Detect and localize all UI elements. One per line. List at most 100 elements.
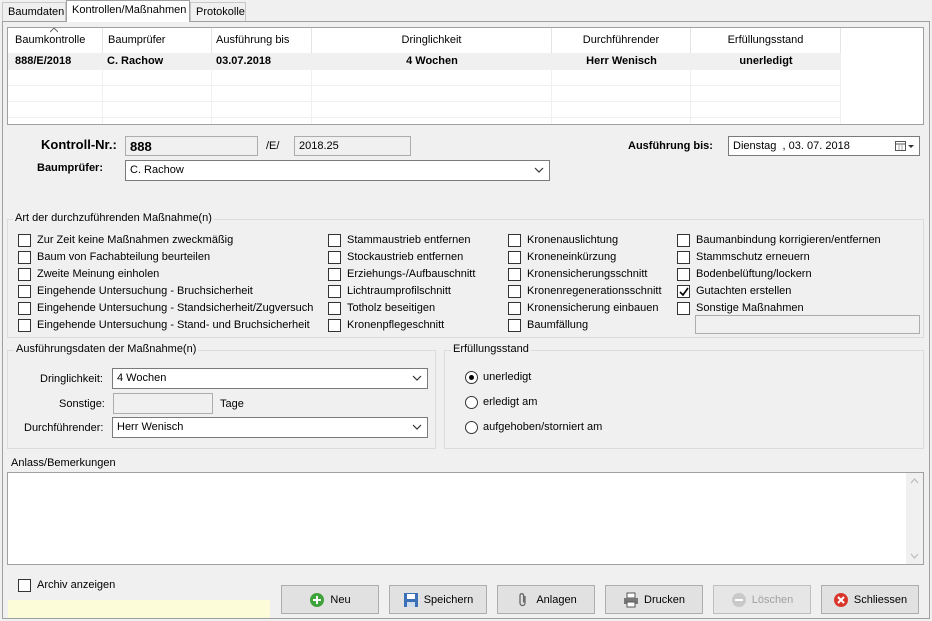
- checkbox-label: Lichtraumprofilschnitt: [347, 285, 451, 297]
- chevron-down-icon: [412, 424, 422, 430]
- baumpruefer-value: C. Rachow: [130, 164, 184, 176]
- header-label: Dringlichkeit: [401, 34, 462, 46]
- erfuellungsstand-group-title: Erfüllungsstand: [451, 343, 531, 355]
- speichern-button[interactable]: Speichern: [389, 585, 487, 614]
- checkbox-label: Kronenauslichtung: [527, 234, 619, 246]
- button-label: Schliessen: [853, 593, 908, 606]
- column-header-baumkontrolle[interactable]: Baumkontrolle: [8, 28, 103, 53]
- checkbox-box: [18, 251, 31, 264]
- cell-baumpruefer[interactable]: C. Rachow: [103, 53, 212, 69]
- anlass-label: Anlass/Bemerkungen: [11, 457, 116, 469]
- tab-kontrollen-massnahmen[interactable]: Kontrollen/Maßnahmen: [66, 0, 190, 22]
- date-day: Dienstag: [733, 140, 777, 152]
- status-strip: [8, 600, 270, 618]
- radio-label: aufgehoben/storniert am: [483, 421, 603, 433]
- checkbox-box: [677, 251, 690, 264]
- drucken-button[interactable]: Drucken: [605, 585, 703, 614]
- tab-protokolle[interactable]: Protokolle: [190, 2, 246, 22]
- grid-row-line: [8, 69, 841, 70]
- checkbox-label: Bodenbelüftung/lockern: [696, 268, 812, 280]
- header-label: Baumkontrolle: [15, 34, 86, 46]
- checkbox-box-checked: [677, 285, 690, 298]
- grid-col-line: [690, 53, 691, 124]
- chevron-down-icon: [534, 167, 544, 173]
- checkbox-box: [328, 268, 341, 281]
- checkbox-box: [677, 302, 690, 315]
- sonstige-massnahmen-field[interactable]: [695, 315, 920, 334]
- radio-circle: [465, 421, 478, 434]
- cell-dringlichkeit[interactable]: 4 Wochen: [312, 53, 552, 69]
- checkbox-label: Stammschutz erneuern: [696, 251, 810, 263]
- checkbox-label: Stammaustrieb entfernen: [347, 234, 471, 246]
- durchfuehrender-select[interactable]: Herr Wenisch: [112, 417, 428, 438]
- scroll-down-icon[interactable]: [910, 553, 919, 559]
- baumpruefer-select[interactable]: C. Rachow: [125, 160, 550, 181]
- paperclip-icon: [519, 592, 526, 606]
- checkbox-box: [508, 234, 521, 247]
- massnahmen-group-title: Art der durchzuführenden Maßnahme(n): [13, 212, 214, 224]
- date-value: 03. 07. 2018: [788, 140, 850, 152]
- loeschen-button[interactable]: Löschen: [713, 585, 811, 614]
- checkbox-label: Baumanbindung korrigieren/entfernen: [696, 234, 881, 246]
- ausfuehrungsdaten-group-title: Ausführungsdaten der Maßnahme(n): [14, 343, 199, 355]
- checkbox-box: [328, 285, 341, 298]
- column-header-dringlichkeit[interactable]: Dringlichkeit: [312, 28, 552, 53]
- checkbox-box: [508, 268, 521, 281]
- baumpruefer-label: Baumprüfer:: [37, 162, 104, 174]
- header-label: Baumprüfer: [108, 34, 166, 46]
- checkbox-label: Baum von Fachabteilung beurteilen: [37, 251, 211, 263]
- durchfuehrender-label: Durchführender:: [24, 422, 104, 434]
- kontroll-nr-label: Kontroll-Nr.:: [41, 137, 117, 152]
- sonstige-tage-field[interactable]: [113, 393, 213, 414]
- anlass-scrollbar[interactable]: [906, 473, 923, 564]
- column-header-baumpruefer[interactable]: Baumprüfer: [103, 28, 212, 53]
- header-label: Durchführender: [582, 34, 660, 46]
- column-header-erfuellungsstand[interactable]: Erfüllungsstand: [691, 28, 841, 53]
- checkbox-label: Eingehende Untersuchung - Standsicherhei…: [37, 302, 314, 314]
- anlagen-button[interactable]: Anlagen: [497, 585, 595, 614]
- sonstige-label: Sonstige:: [59, 398, 105, 410]
- grid-col-line: [551, 53, 552, 124]
- cell-baumkontrolle[interactable]: 888/E/2018: [8, 53, 103, 69]
- checkbox-box: [328, 251, 341, 264]
- column-header-durchfuehrender[interactable]: Durchführender: [552, 28, 691, 53]
- anlass-textarea[interactable]: [7, 472, 924, 565]
- save-icon: [403, 592, 418, 607]
- kontroll-nr-field[interactable]: 888: [125, 136, 258, 156]
- scroll-up-icon[interactable]: [910, 478, 919, 484]
- ausfuehrung-date-picker[interactable]: Dienstag , 03. 07. 2018: [728, 136, 920, 156]
- checkbox-box: [18, 234, 31, 247]
- ausfuehrung-bis-label: Ausführung bis:: [628, 140, 713, 152]
- button-label: Drucken: [644, 593, 685, 606]
- checkbox-label: Zur Zeit keine Maßnahmen zweckmäßig: [37, 234, 234, 246]
- checkbox-box: [18, 579, 31, 592]
- column-header-ausfuehrung[interactable]: Ausführung bis: [212, 28, 312, 53]
- neu-button[interactable]: Neu: [281, 585, 379, 614]
- checkbox-label: Kronensicherungsschnitt: [527, 268, 648, 280]
- button-label: Anlagen: [536, 593, 577, 606]
- dringlichkeit-select[interactable]: 4 Wochen: [112, 368, 428, 389]
- schliessen-button[interactable]: Schliessen: [821, 585, 919, 614]
- checkbox-box: [18, 268, 31, 281]
- checkbox-box: [677, 268, 690, 281]
- kontroll-suffix-field[interactable]: 2018.25: [294, 136, 411, 156]
- kontrollen-grid[interactable]: Baumkontrolle Baumprüfer Ausführung bis …: [7, 27, 924, 125]
- tab-label: Protokolle: [196, 6, 245, 18]
- radio-circle: [465, 396, 478, 409]
- checkbox-label: Kronenpflegeschnitt: [347, 319, 445, 331]
- radio-circle-selected: [465, 371, 478, 384]
- checkmark-icon: [679, 287, 689, 297]
- tab-baumdaten[interactable]: Baumdaten: [2, 2, 66, 22]
- grid-col-line: [102, 53, 103, 124]
- checkbox-label: Gutachten erstellen: [696, 285, 792, 297]
- close-icon: [833, 592, 848, 607]
- checkbox-box: [508, 251, 521, 264]
- checkbox-label: Kroneneinkürzung: [527, 251, 617, 263]
- cell-ausfuehrung[interactable]: 03.07.2018: [212, 53, 312, 69]
- delete-icon: [731, 592, 746, 607]
- grid-row-line: [8, 101, 841, 102]
- cell-erfuellungsstand[interactable]: unerledigt: [691, 53, 841, 69]
- header-label: Ausführung bis: [216, 34, 290, 46]
- cell-durchfuehrender[interactable]: Herr Wenisch: [552, 53, 691, 69]
- calendar-dropdown-icon[interactable]: [895, 140, 915, 152]
